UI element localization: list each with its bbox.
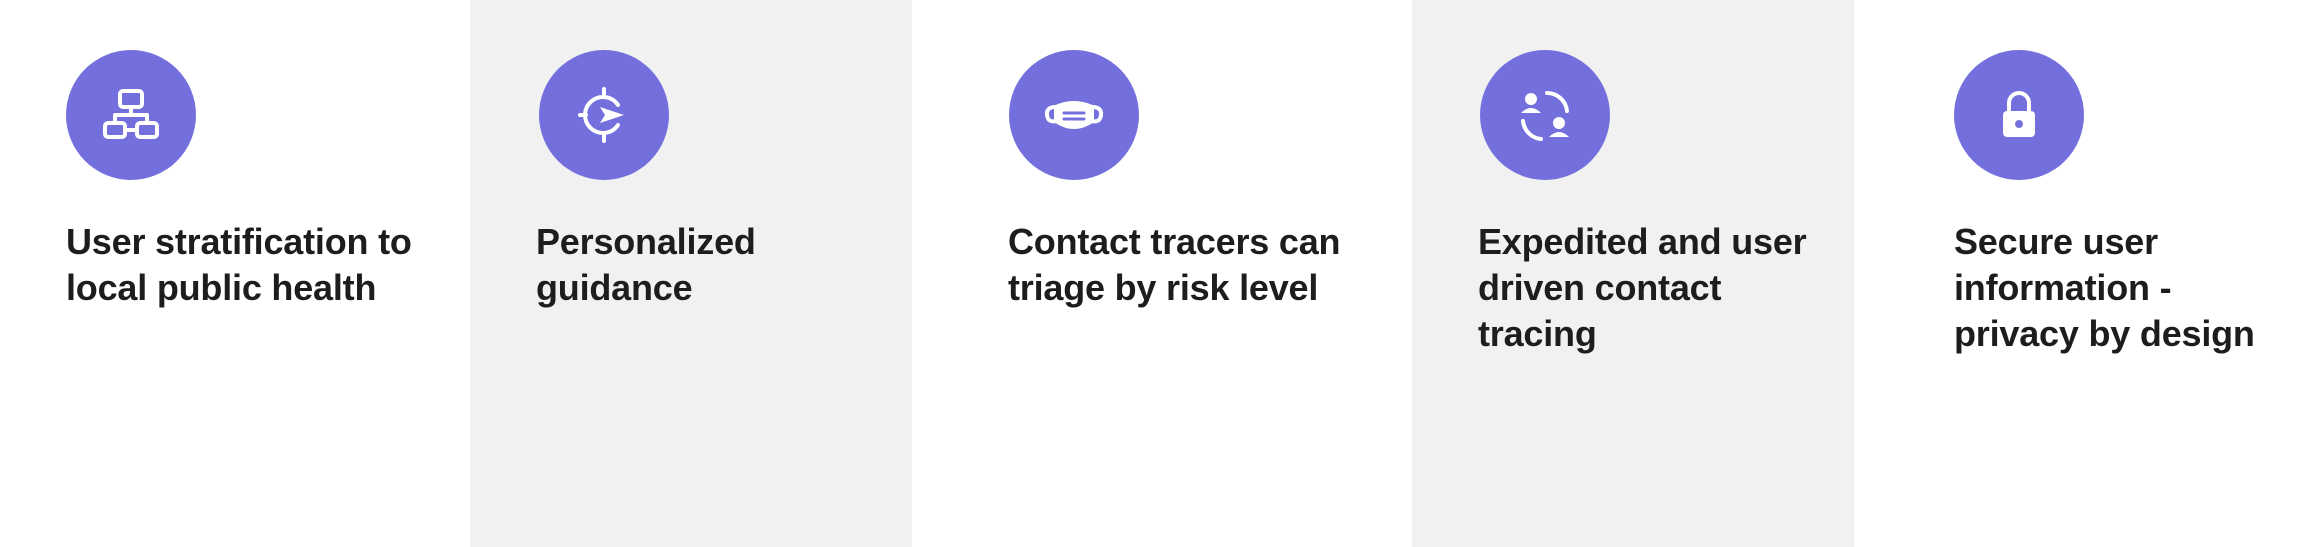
feature-strip: User stratification to local public heal… <box>0 0 2317 547</box>
feature-title: Expedited and user driven contact tracin… <box>1478 221 1807 354</box>
user-exchange-icon <box>1480 50 1610 180</box>
hierarchy-icon <box>66 50 196 180</box>
navigation-target-icon <box>539 50 669 180</box>
feature-title: Personalized guidance <box>536 221 756 308</box>
feature-title: User stratification to local public heal… <box>66 221 412 308</box>
lock-icon <box>1954 50 2084 180</box>
face-mask-icon <box>1009 50 1139 180</box>
feature-card-tracing: Expedited and user driven contact tracin… <box>1412 0 1854 547</box>
feature-card-triage: Contact tracers can triage by risk level <box>912 0 1412 547</box>
feature-card-privacy: Secure user information - privacy by des… <box>1854 0 2317 547</box>
feature-card-stratification: User stratification to local public heal… <box>0 0 470 547</box>
feature-card-guidance: Personalized guidance <box>470 0 912 547</box>
feature-title: Contact tracers can triage by risk level <box>1008 221 1341 308</box>
feature-title: Secure user information - privacy by des… <box>1954 221 2255 354</box>
